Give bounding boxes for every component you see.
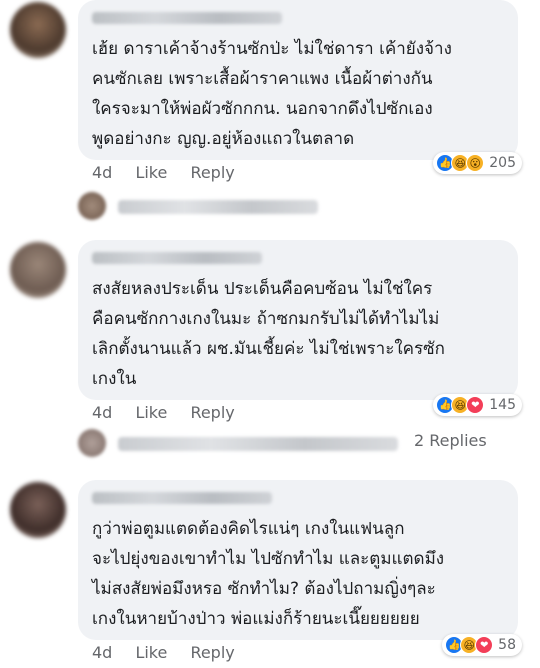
like-button[interactable]: Like <box>135 403 167 422</box>
reply-avatar <box>78 429 106 457</box>
avatar[interactable] <box>10 242 66 298</box>
comment-text: กูว่าพ่อตูมแตดต้องคิดไรแน่ๆ เกงในแฟนลูก … <box>92 519 445 629</box>
commenter-name-blurred[interactable] <box>92 492 272 504</box>
comment-bubble: กูว่าพ่อตูมแตดต้องคิดไรแน่ๆ เกงในแฟนลูก … <box>78 480 518 640</box>
reaction-summary[interactable]: 👍 😆 ❤ 145 <box>433 394 522 416</box>
commenter-name-blurred[interactable] <box>92 252 262 264</box>
reply-avatar <box>78 192 106 220</box>
reply-preview-blurred[interactable]: 2 Replies <box>78 429 518 459</box>
comment-bubble: เฮ้ย ดาราเค้าจ้างร้านซักป่ะ ไม่ใช่ดารา เ… <box>78 0 518 160</box>
reply-button[interactable]: Reply <box>190 163 234 182</box>
reaction-count: 145 <box>489 397 516 413</box>
reply-text-blurred <box>118 437 398 451</box>
avatar[interactable] <box>10 2 66 58</box>
comment-text: สงสัยหลงประเด็น ประเด็นคือคบซ้อน ไม่ใช่ใ… <box>92 279 445 389</box>
avatar[interactable] <box>10 482 66 538</box>
reply-button[interactable]: Reply <box>190 643 234 662</box>
timestamp[interactable]: 4d <box>92 643 112 662</box>
like-button[interactable]: Like <box>135 163 167 182</box>
reaction-summary[interactable]: 👍 😆 ❤ 58 <box>442 634 522 656</box>
replies-count-link[interactable]: 2 Replies <box>414 431 487 450</box>
heart-icon: ❤ <box>466 396 485 414</box>
commenter-name-blurred[interactable] <box>92 12 282 24</box>
timestamp[interactable]: 4d <box>92 403 112 422</box>
reaction-summary[interactable]: 👍 😆 😮 205 <box>433 152 522 174</box>
reaction-count: 205 <box>489 155 516 171</box>
reply-text-blurred <box>118 200 318 214</box>
comment-actions: 4d Like Reply <box>92 403 253 422</box>
comment-actions: 4d Like Reply <box>92 163 253 182</box>
comment-bubble: สงสัยหลงประเด็น ประเด็นคือคบซ้อน ไม่ใช่ใ… <box>78 240 518 400</box>
timestamp[interactable]: 4d <box>92 163 112 182</box>
surprised-face-icon: 😮 <box>466 154 485 172</box>
like-button[interactable]: Like <box>135 643 167 662</box>
comment-actions: 4d Like Reply <box>92 643 253 662</box>
reply-button[interactable]: Reply <box>190 403 234 422</box>
comment-text: เฮ้ย ดาราเค้าจ้างร้านซักป่ะ ไม่ใช่ดารา เ… <box>92 39 452 149</box>
reaction-count: 58 <box>498 637 516 653</box>
heart-icon: ❤ <box>475 636 494 654</box>
